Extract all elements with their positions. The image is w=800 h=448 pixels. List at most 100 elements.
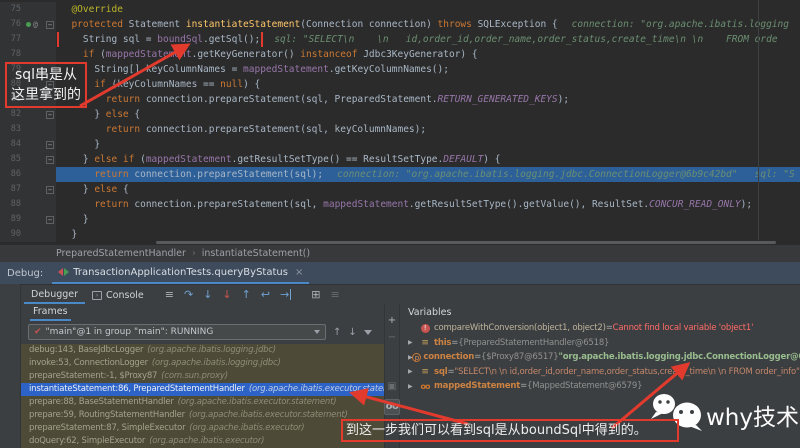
- frame-row[interactable]: prepare:59, RoutingStatementHandler (org.…: [21, 409, 384, 422]
- frame-row[interactable]: invoke:53, ConnectionLogger (org.apache.i…: [21, 357, 384, 370]
- code-line-body: }: [56, 137, 800, 152]
- drop-frame-icon[interactable]: ↩: [261, 289, 270, 300]
- annotation-marker-icon: @: [33, 20, 38, 29]
- code-line[interactable]: 86 return connection.prepareStatement(sq…: [0, 167, 800, 182]
- override-marker-icon[interactable]: [26, 22, 31, 27]
- code-line[interactable]: 81 return connection.prepareStatement(sq…: [0, 92, 800, 107]
- variables-list: ! compareWithConversion(object1, object2)…: [400, 321, 800, 394]
- breadcrumb-method[interactable]: instantiateStatement(): [202, 248, 310, 259]
- view-layout-icon[interactable]: ⊞: [311, 289, 320, 300]
- step-into-icon[interactable]: ↓: [203, 289, 212, 300]
- frame-row[interactable]: debug:143, BaseJdbcLogger (org.apache.iba…: [21, 344, 384, 357]
- fold-icon[interactable]: −: [46, 20, 54, 29]
- gutter-marks: [24, 47, 56, 62]
- tab-frames[interactable]: Frames: [30, 305, 71, 321]
- code-line[interactable]: 75 @Override: [0, 2, 800, 17]
- editor-gutter[interactable]: 85 −: [0, 152, 56, 167]
- code-line[interactable]: 79 String[] keyColumnNames = mappedState…: [0, 62, 800, 77]
- code-line-body: if (mappedStatement.getKeyGenerator() in…: [56, 47, 800, 62]
- editor-gutter[interactable]: 86: [0, 167, 56, 182]
- frame-row[interactable]: prepare:88, BaseStatementHandler (org.apa…: [21, 396, 384, 409]
- step-out-icon[interactable]: ↑: [242, 289, 251, 300]
- add-watch-button[interactable]: +: [388, 316, 396, 326]
- remove-watch-button[interactable]: −: [388, 333, 396, 343]
- frame-row[interactable]: instantiateStatement:86, PreparedStateme…: [21, 383, 384, 396]
- code-line[interactable]: 83 return connection.prepareStatement(sq…: [0, 122, 800, 137]
- force-step-into-icon[interactable]: ↓: [222, 289, 231, 300]
- code-line[interactable]: 76 @ − protected Statement instantiateStat…: [0, 17, 800, 32]
- step-over-icon[interactable]: ↷: [184, 289, 193, 300]
- variable-row[interactable]: ▶ oo mappedStatement = {MappedStatement@65…: [400, 379, 800, 394]
- editor-gutter[interactable]: 84 −: [0, 137, 56, 152]
- debugger-inline-hint: connection: "org.apache.ibatis.logging.j…: [337, 169, 795, 180]
- close-icon[interactable]: ×: [295, 267, 303, 278]
- filter-icon[interactable]: [363, 329, 372, 335]
- frame-package: (org.apache.ibatis.executor.statement): [177, 397, 337, 407]
- tab-debugger[interactable]: Debugger: [24, 286, 86, 304]
- code-line-body: String[] keyColumnNames = mappedStatemen…: [56, 62, 800, 77]
- editor-gutter[interactable]: 76 @ −: [0, 17, 56, 32]
- fold-icon[interactable]: −: [46, 215, 54, 224]
- expand-arrow-icon[interactable]: ▶: [408, 339, 418, 346]
- editor-gutter[interactable]: 87 −: [0, 182, 56, 197]
- gutter-marks: [24, 32, 56, 47]
- next-frame-icon[interactable]: ↓: [348, 327, 356, 338]
- thread-selector[interactable]: ✔ "main"@1 in group "main": RUNNING: [28, 324, 326, 340]
- editor-gutter[interactable]: 82 −: [0, 107, 56, 122]
- editor-gutter[interactable]: 77: [0, 32, 56, 47]
- code-text: } else {: [60, 109, 141, 120]
- run-to-cursor-icon[interactable]: →: [280, 289, 292, 300]
- layout-settings-icon[interactable]: ≡: [165, 289, 174, 300]
- breadcrumb-class[interactable]: PreparedStatementHandler: [56, 248, 186, 259]
- gutter-marks: −: [24, 152, 56, 167]
- debug-session-tab[interactable]: TransactionApplicationTests.queryByStatu…: [52, 262, 310, 284]
- editor-gutter[interactable]: 83: [0, 122, 56, 137]
- more-options-icon[interactable]: ≡: [331, 289, 340, 300]
- code-line-body: if (keyColumnNames == null) {: [56, 77, 800, 92]
- variable-row[interactable]: ▶ ≡ sql = "SELECT\n \n id,order_id,order_n…: [400, 365, 800, 380]
- gutter-marks: −: [24, 212, 56, 227]
- code-line[interactable]: 89 − }: [0, 212, 800, 227]
- editor-gutter[interactable]: 75: [0, 2, 56, 17]
- code-line[interactable]: 82 − } else {: [0, 107, 800, 122]
- variable-icon-wrap: ≡: [418, 338, 432, 348]
- gutter-marks: [24, 227, 56, 242]
- scrollbar-thumb[interactable]: [156, 241, 776, 244]
- editor-gutter[interactable]: 89 −: [0, 212, 56, 227]
- editor-gutter[interactable]: 88: [0, 197, 56, 212]
- line-number: 75: [10, 4, 21, 14]
- fold-icon[interactable]: −: [46, 185, 54, 194]
- chevron-down-icon[interactable]: [314, 330, 320, 334]
- frame-row[interactable]: doQuery:62, SimpleExecutor (org.apache.ib…: [21, 435, 384, 448]
- fold-icon[interactable]: −: [46, 110, 54, 119]
- previous-frame-icon[interactable]: ↑: [333, 327, 341, 338]
- debug-run-icon: [58, 268, 70, 276]
- code-line-body: @Override: [56, 2, 800, 17]
- gutter-marks: −: [24, 107, 56, 122]
- fold-icon[interactable]: −: [46, 140, 54, 149]
- code-line[interactable]: 80− if (keyColumnNames == null) {: [0, 77, 800, 92]
- code-line[interactable]: 77 String sql = boundSql.getSql(); sql: "…: [0, 32, 800, 47]
- code-line[interactable]: 87 − } else {: [0, 182, 800, 197]
- variable-icon-wrap: p: [412, 352, 422, 362]
- expand-arrow-icon[interactable]: ▶: [408, 383, 418, 390]
- code-editor[interactable]: 75 @Override 76 @ − protected Statement ins…: [0, 0, 800, 242]
- gutter-marks: @ −: [24, 17, 56, 32]
- duplicate-watch-button[interactable]: ▣: [387, 382, 396, 392]
- tab-console[interactable]: › Console: [85, 287, 151, 303]
- code-line[interactable]: 85 − } else if (mappedStatement.getResult…: [0, 152, 800, 167]
- code-line[interactable]: 78 if (mappedStatement.getKeyGenerator()…: [0, 47, 800, 62]
- variable-row[interactable]: ▶ p connection = {$Proxy87@6517} "org.apac…: [400, 350, 800, 365]
- fold-icon[interactable]: −: [46, 155, 54, 164]
- editor-gutter[interactable]: 90: [0, 227, 56, 242]
- code-line[interactable]: 88 return connection.prepareStatement(sq…: [0, 197, 800, 212]
- code-line[interactable]: 84 − }: [0, 137, 800, 152]
- variable-value: "org.apache.ibatis.logging.jdbc.Connecti…: [558, 352, 800, 363]
- variable-row[interactable]: ! compareWithConversion(object1, object2)…: [400, 321, 800, 336]
- frame-row[interactable]: prepareStatement:-1, $Proxy87 (com.sun.pr…: [21, 370, 384, 383]
- editor-gutter[interactable]: 78: [0, 47, 56, 62]
- show-watches-button[interactable]: oo: [383, 399, 401, 415]
- variable-row[interactable]: ▶ ≡ this = {PreparedStatementHandler@6518}: [400, 336, 800, 351]
- frame-row[interactable]: prepareStatement:87, SimpleExecutor (org.…: [21, 422, 384, 435]
- expand-arrow-icon[interactable]: ▶: [408, 368, 418, 375]
